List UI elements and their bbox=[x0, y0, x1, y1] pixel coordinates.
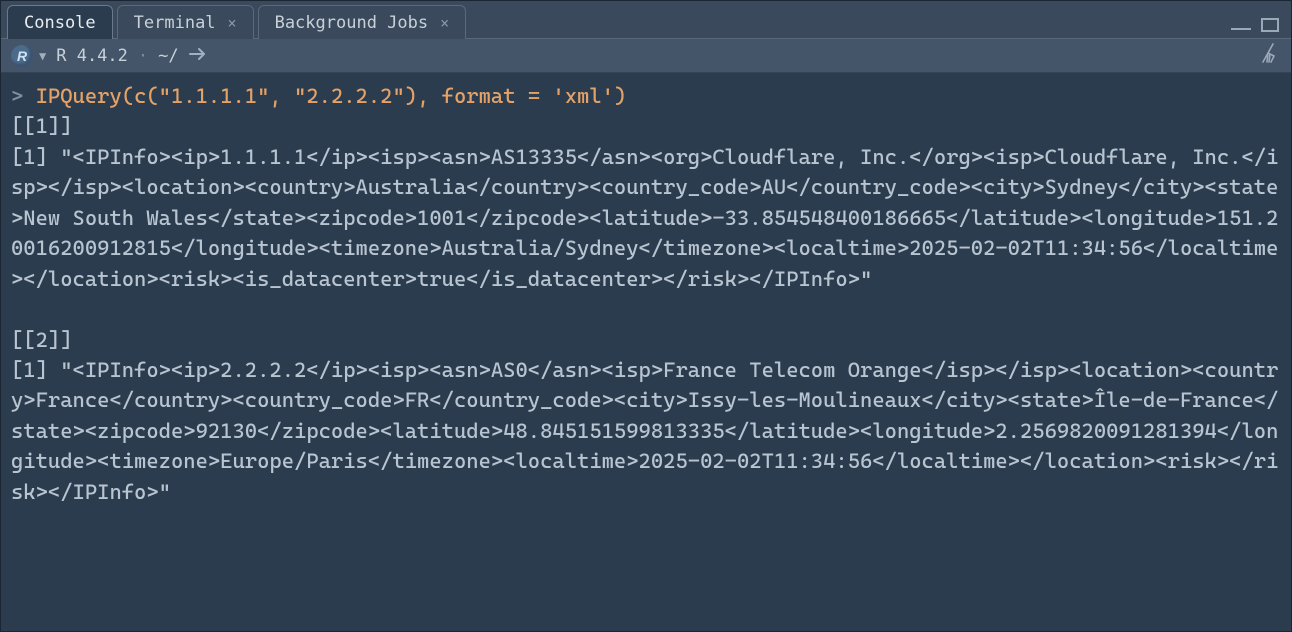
output-line: [1] "<IPInfo><ip>2.2.2.2</ip><isp><asn>A… bbox=[11, 358, 1278, 504]
output-list-index: [[1]] bbox=[11, 114, 73, 138]
chevron-down-icon[interactable]: ▼ bbox=[39, 49, 46, 63]
tab-background-jobs[interactable]: Background Jobs × bbox=[258, 5, 467, 39]
output-list-index: [[2]] bbox=[11, 328, 73, 352]
close-icon[interactable]: × bbox=[440, 14, 449, 32]
console-toolbar: R ▼ R 4.4.2 · ~/ bbox=[1, 39, 1291, 73]
goto-directory-icon[interactable] bbox=[189, 45, 207, 66]
r-version-label: R 4.4.2 bbox=[56, 46, 128, 66]
entered-command: IPQuery(c("1.1.1.1", "2.2.2.2"), format … bbox=[36, 84, 627, 108]
close-icon[interactable]: × bbox=[228, 14, 237, 32]
tab-label: Terminal bbox=[134, 13, 216, 33]
tab-console[interactable]: Console bbox=[7, 5, 113, 39]
console-panel: Console Terminal × Background Jobs × R ▼… bbox=[0, 0, 1292, 632]
clear-console-icon[interactable] bbox=[1259, 42, 1281, 69]
tab-label: Console bbox=[24, 13, 96, 33]
tab-terminal[interactable]: Terminal × bbox=[117, 5, 254, 39]
tab-label: Background Jobs bbox=[275, 13, 429, 33]
working-directory-label: ~/ bbox=[158, 46, 178, 66]
output-line: [1] "<IPInfo><ip>1.1.1.1</ip><isp><asn>A… bbox=[11, 145, 1278, 291]
prompt-symbol: > bbox=[11, 84, 23, 108]
console-output[interactable]: > IPQuery(c("1.1.1.1", "2.2.2.2"), forma… bbox=[1, 73, 1291, 631]
separator: · bbox=[138, 46, 148, 66]
maximize-pane-icon[interactable] bbox=[1261, 18, 1279, 32]
tab-bar: Console Terminal × Background Jobs × bbox=[1, 1, 1291, 39]
minimize-pane-icon[interactable] bbox=[1231, 22, 1251, 30]
r-logo-icon[interactable]: R bbox=[11, 45, 33, 67]
pane-controls bbox=[1231, 18, 1291, 38]
